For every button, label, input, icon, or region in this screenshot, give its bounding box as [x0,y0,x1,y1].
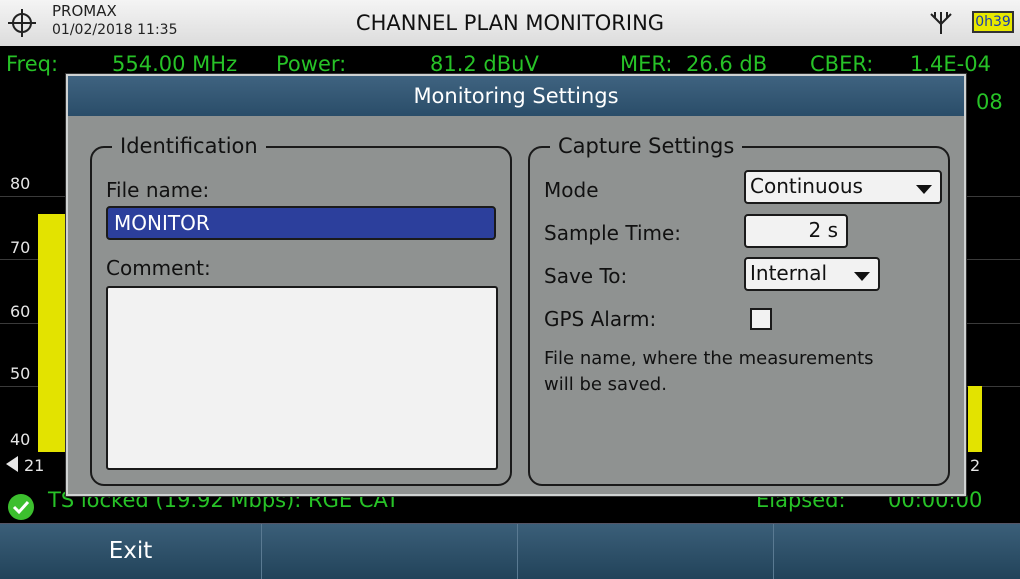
dialog-title: Monitoring Settings [68,76,964,116]
save-to-label: Save To: [544,264,628,288]
softkey-bar: Exit [0,523,1020,579]
antenna-icon [930,12,952,34]
identification-title: Identification [112,134,266,158]
mode-label: Mode [544,178,599,202]
cber-label: CBER: [810,52,874,76]
screen-title: CHANNEL PLAN MONITORING [355,11,665,35]
y-axis-label: 70 [10,238,31,257]
softkey-2[interactable] [262,524,518,579]
cber-value: 1.4E-04 [910,52,991,76]
x-axis-end: 2 [970,456,981,475]
mer-value: 26.6 dB [686,52,768,76]
left-arrow-icon [6,456,18,472]
cber-extra: 08 [976,90,1003,114]
sample-time-label: Sample Time: [544,221,682,245]
level-bar [38,214,66,452]
chevron-down-icon [854,272,870,281]
identification-group: Identification File name: MONITOR Commen… [90,134,512,486]
file-name-label: File name: [106,178,210,202]
monitoring-settings-dialog: Monitoring Settings Identification File … [66,74,966,496]
exit-button[interactable]: Exit [0,524,262,579]
x-axis-start: 21 [24,456,45,475]
help-text: File name, where the measurements will b… [544,348,874,395]
sample-time-input[interactable]: 2 s [744,214,848,248]
softkey-4[interactable] [774,524,1020,579]
chevron-down-icon [916,185,932,194]
softkey-label: Exit [108,538,153,564]
check-icon [8,494,34,520]
power-value: 81.2 dBuV [430,52,539,76]
softkey-3[interactable] [518,524,774,579]
title-bar: PROMAX 01/02/2018 11:35 CHANNEL PLAN MON… [0,0,1020,47]
file-name-input[interactable]: MONITOR [106,206,496,240]
freq-label: Freq: [6,52,59,76]
mode-value: Continuous [750,174,863,198]
y-axis-label: 60 [10,302,31,321]
y-axis-label: 40 [10,430,31,449]
capture-settings-title: Capture Settings [550,134,743,158]
comment-label: Comment: [106,256,211,280]
freq-value: 554.00 MHz [112,52,238,76]
battery-indicator: 0h39 [972,11,1014,33]
mode-select[interactable]: Continuous [744,170,942,204]
y-axis-label: 80 [10,174,31,193]
capture-settings-group: Capture Settings Mode Continuous Sample … [528,134,950,486]
save-to-select[interactable]: Internal [744,257,880,291]
level-bar [968,386,982,452]
comment-textarea[interactable] [106,286,498,470]
power-label: Power: [276,52,347,76]
mer-label: MER: [620,52,673,76]
gps-alarm-label: GPS Alarm: [544,307,657,331]
y-axis-label: 50 [10,364,31,383]
save-to-value: Internal [750,261,828,285]
gps-alarm-checkbox[interactable] [750,308,772,330]
